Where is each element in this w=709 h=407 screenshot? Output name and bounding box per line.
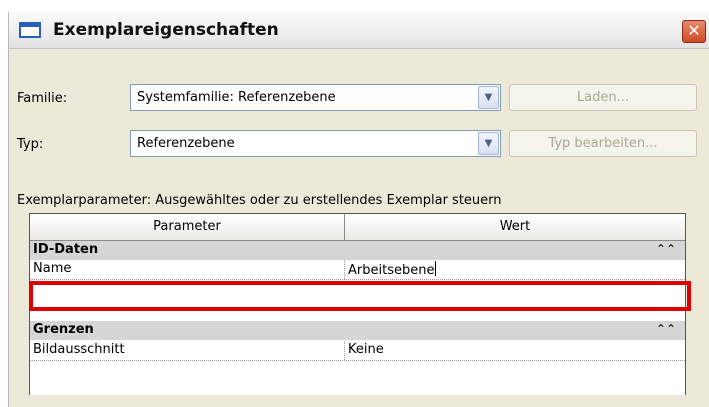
table-row[interactable]: Name Arbeitsebene (30, 260, 685, 280)
group-row-grenzen[interactable]: Grenzen ⌃⌃ (30, 321, 685, 340)
column-header-wert[interactable]: Wert (345, 219, 685, 234)
chevron-down-icon[interactable]: ▼ (478, 132, 499, 155)
close-button[interactable]: ✕ (682, 20, 706, 43)
cell-divider (344, 341, 346, 360)
double-chevron-up-icon[interactable]: ⌃⌃ (656, 322, 676, 336)
cell-divider (344, 260, 346, 279)
close-icon: ✕ (687, 21, 701, 40)
familie-dropdown[interactable]: Systemfamilie: Referenzebene ▼ (130, 84, 501, 111)
chevron-down-icon[interactable]: ▼ (478, 86, 499, 109)
parameter-value-input[interactable]: Arbeitsebene (348, 261, 437, 278)
parameter-name-cell: Bildausschnitt (33, 342, 125, 357)
typ-bearbeiten-button[interactable]: Typ bearbeiten... (509, 130, 697, 157)
dialog-window-icon (19, 22, 41, 38)
highlight-box (29, 281, 691, 311)
dialog-title: Exemplareigenschaften (53, 20, 279, 40)
text-caret (435, 261, 437, 276)
grid-header: Parameter Wert (30, 214, 685, 241)
section-label: Exemplarparameter: Ausgewähltes oder zu … (17, 193, 502, 208)
laden-button[interactable]: Laden... (509, 84, 697, 111)
typ-value: Referenzebene (137, 136, 235, 151)
table-row[interactable]: Bildausschnitt Keine (30, 341, 685, 361)
familie-value: Systemfamilie: Referenzebene (137, 90, 336, 105)
parameter-name-cell: Name (33, 261, 72, 276)
value-text: Arbeitsebene (348, 263, 435, 278)
double-chevron-up-icon[interactable]: ⌃⌃ (656, 242, 676, 256)
typ-label: Typ: (17, 137, 44, 152)
group-label: ID-Daten (33, 242, 99, 257)
title-bar[interactable]: Exemplareigenschaften ✕ (9, 12, 709, 49)
familie-label: Familie: (17, 91, 68, 106)
group-label: Grenzen (33, 322, 94, 337)
typ-dropdown[interactable]: Referenzebene ▼ (130, 130, 501, 157)
parameter-value-cell[interactable]: Keine (348, 342, 384, 357)
column-header-parameter[interactable]: Parameter (30, 219, 344, 234)
group-row-id-daten[interactable]: ID-Daten ⌃⌃ (30, 241, 685, 260)
